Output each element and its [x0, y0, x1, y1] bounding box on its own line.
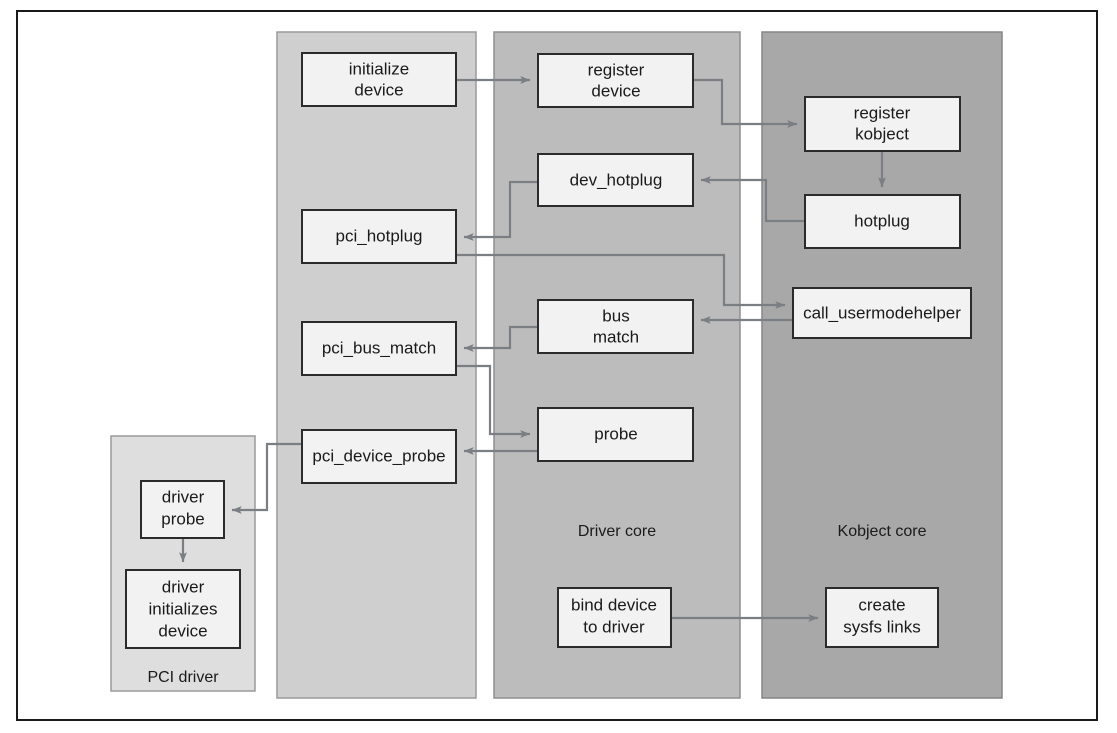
diagram-root: initialize device pci_hotplug pci_bus_ma… — [0, 0, 1117, 733]
node-create-sysfs-links[interactable]: create sysfs links — [825, 587, 939, 648]
node-bus-match[interactable]: bus match — [537, 299, 694, 354]
node-label-bind-device-line-1: to driver — [583, 617, 645, 636]
node-label-register-device-line-1: device — [591, 81, 640, 100]
node-label-call-usermodehelper: call_usermodehelper — [803, 303, 961, 322]
node-label-bind-device-line-0: bind device — [571, 595, 657, 614]
group-label-kobject-core: Kobject core — [838, 523, 927, 540]
node-probe[interactable]: probe — [537, 407, 694, 462]
node-label-create-sysfs-links-line-1: sysfs links — [843, 617, 920, 636]
node-label-dev-hotplug: dev_hotplug — [570, 170, 663, 189]
node-pci-device-probe[interactable]: pci_device_probe — [301, 429, 457, 484]
node-label-pci-bus-match: pci_bus_match — [322, 338, 436, 357]
node-hotplug[interactable]: hotplug — [804, 194, 961, 249]
node-register-device[interactable]: register device — [537, 53, 694, 108]
group-label-pci-driver: PCI driver — [147, 669, 219, 686]
node-driver-initializes-device[interactable]: driver initializes device — [125, 569, 241, 649]
node-label-bus-match-line-0: bus — [602, 306, 629, 325]
node-label-register-device-line-0: register — [588, 60, 645, 79]
node-label-driver-init-line-2: device — [158, 621, 207, 640]
node-label-probe: probe — [594, 424, 637, 443]
node-label-pci-device-probe: pci_device_probe — [312, 446, 445, 465]
node-driver-probe[interactable]: driver probe — [140, 480, 225, 539]
node-label-driver-init-line-1: initializes — [149, 599, 218, 618]
node-label-pci-hotplug: pci_hotplug — [336, 226, 423, 245]
node-label-initialize-device-line-1: device — [354, 80, 403, 99]
node-label-bus-match-line-1: match — [593, 327, 639, 346]
node-label-hotplug: hotplug — [854, 211, 910, 230]
node-register-kobject[interactable]: register kobject — [804, 96, 961, 152]
node-pci-hotplug[interactable]: pci_hotplug — [301, 209, 457, 264]
architecture-flow-diagram: initialize device pci_hotplug pci_bus_ma… — [16, 10, 1098, 721]
node-label-register-kobject-line-0: register — [854, 103, 911, 122]
node-label-initialize-device-line-0: initialize — [349, 59, 409, 78]
node-dev-hotplug[interactable]: dev_hotplug — [537, 153, 694, 207]
node-call-usermodehelper[interactable]: call_usermodehelper — [792, 287, 972, 339]
node-label-driver-probe-line-1: probe — [161, 509, 204, 528]
group-label-driver-core: Driver core — [578, 523, 656, 540]
node-label-register-kobject-line-1: kobject — [855, 124, 909, 143]
node-label-driver-probe-line-0: driver — [162, 487, 205, 506]
node-pci-bus-match[interactable]: pci_bus_match — [301, 321, 457, 376]
node-label-create-sysfs-links-line-0: create — [858, 595, 905, 614]
node-label-driver-init-line-0: driver — [162, 577, 205, 596]
group-pci-driver — [110, 435, 256, 692]
node-initialize-device[interactable]: initialize device — [301, 52, 457, 107]
node-bind-device-to-driver[interactable]: bind device to driver — [557, 587, 672, 648]
